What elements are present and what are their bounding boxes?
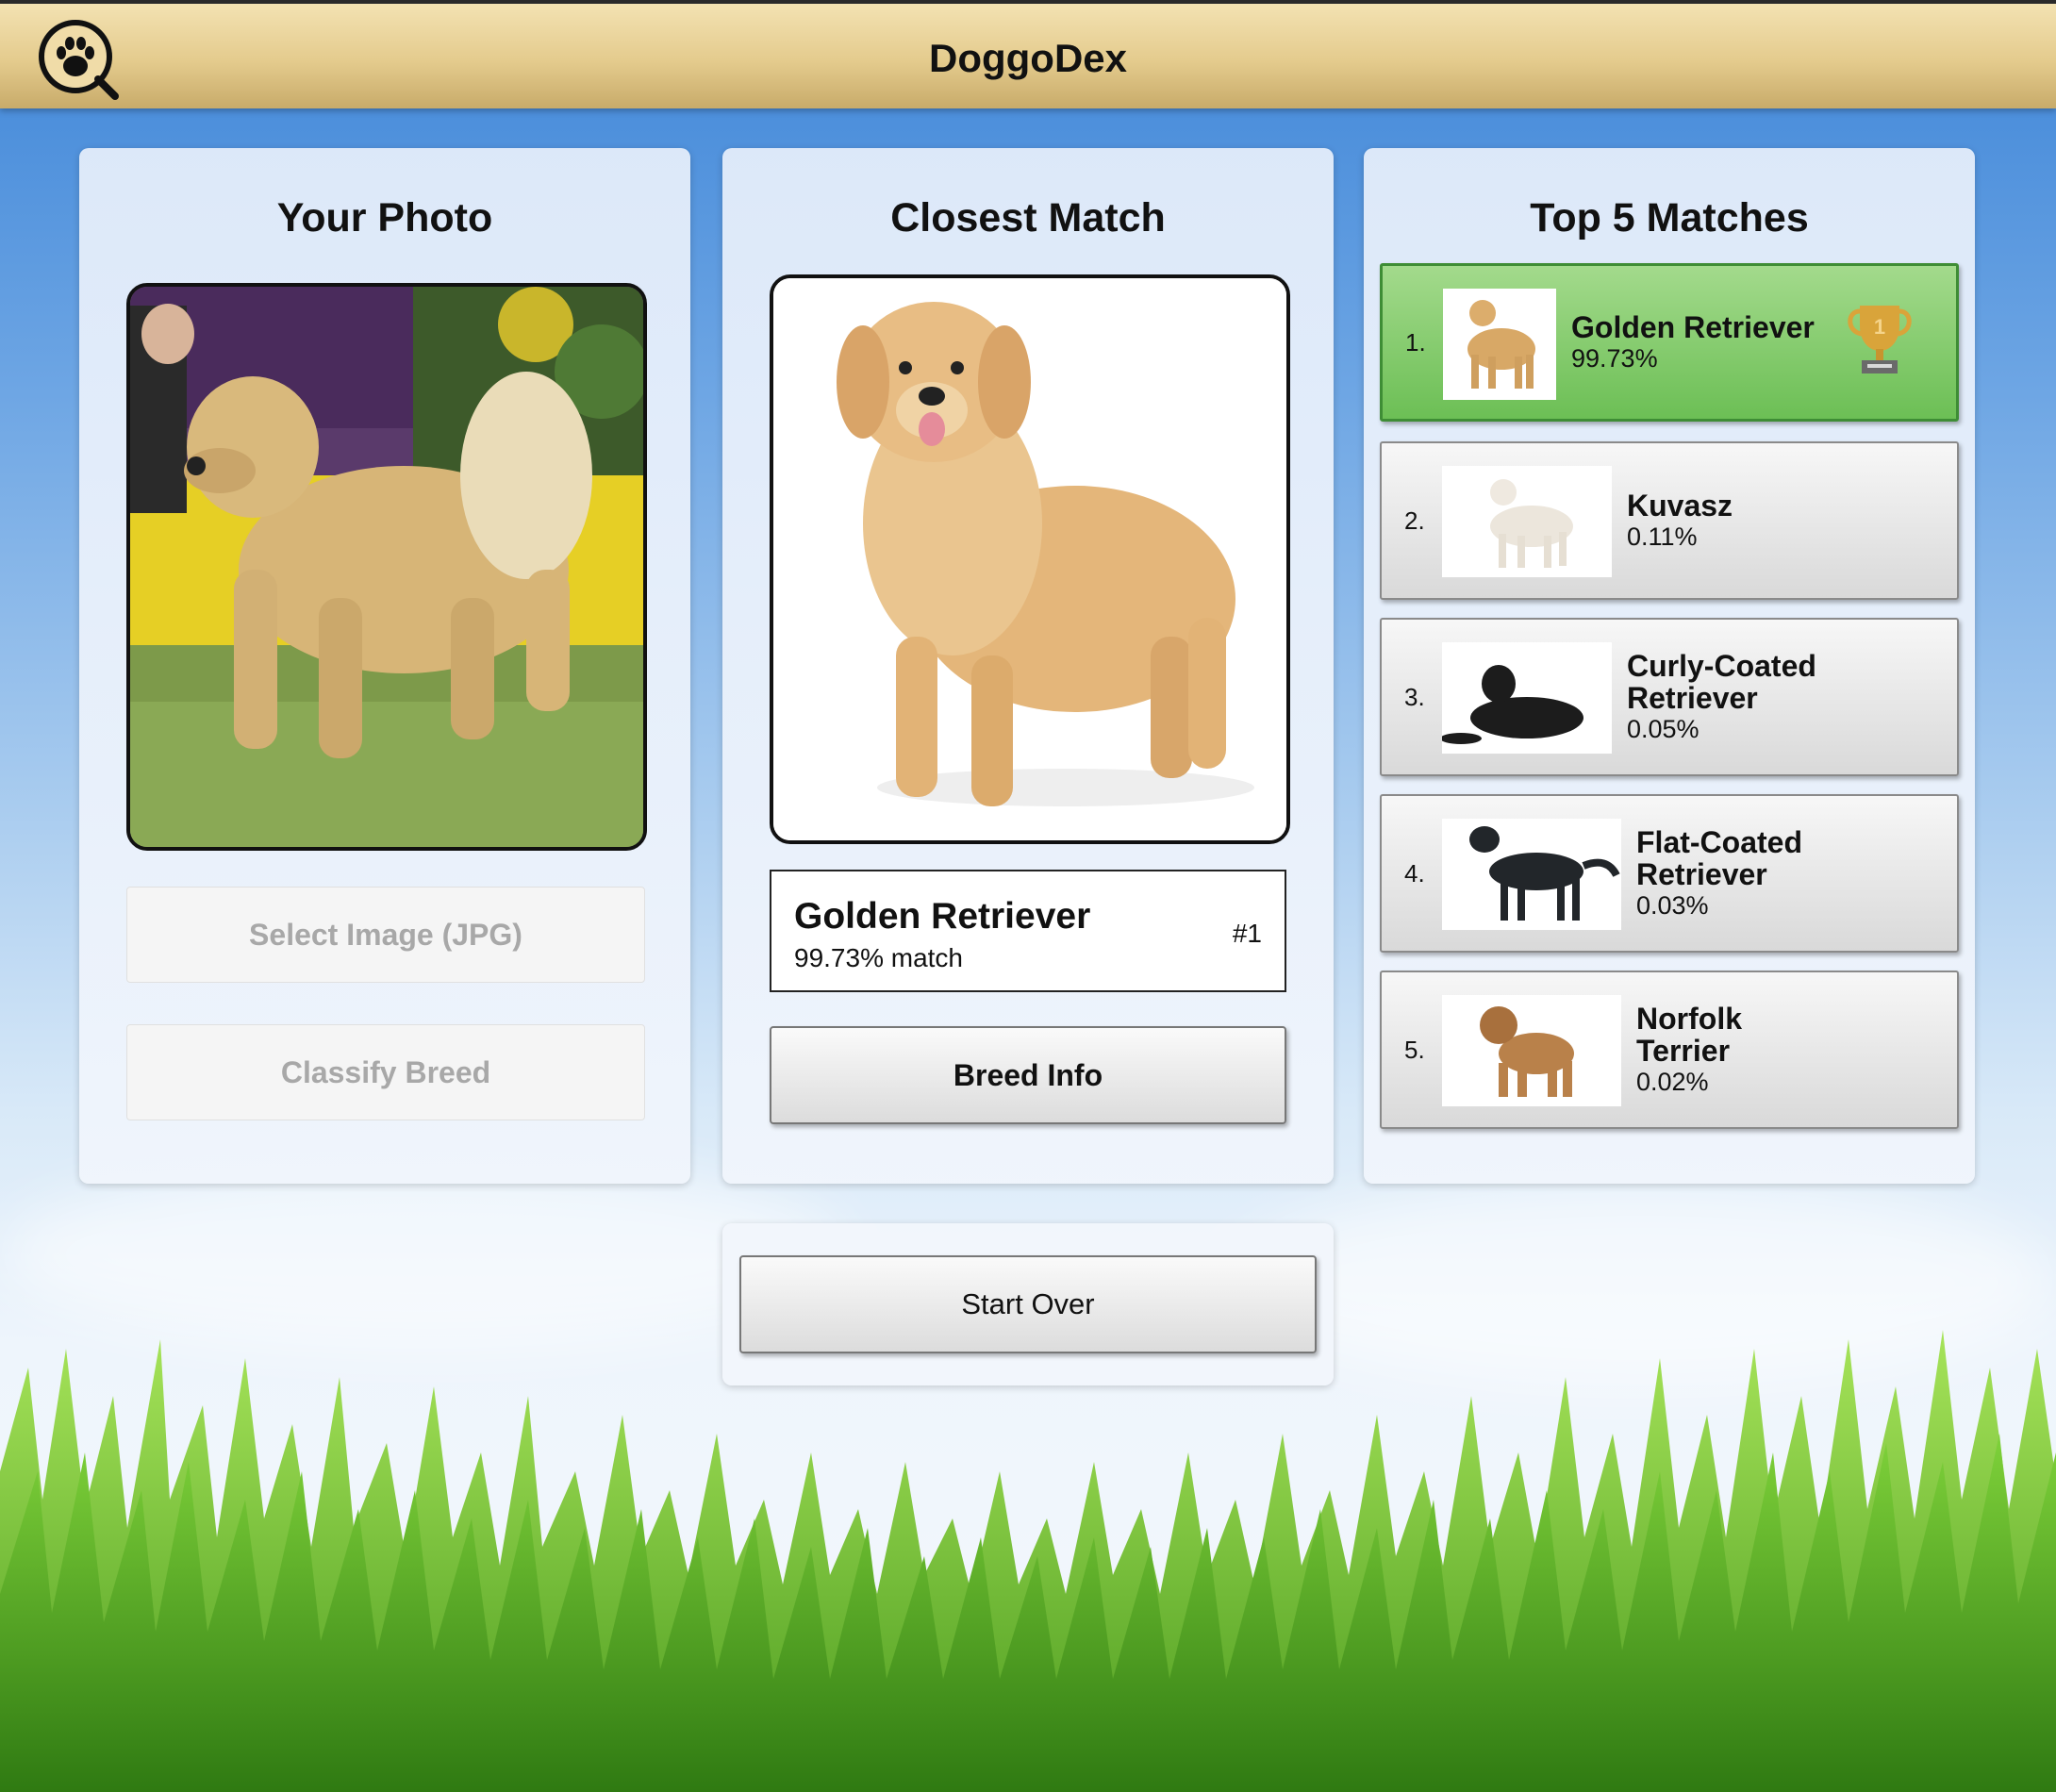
trophy-icon: 1 — [1848, 306, 1912, 373]
match-rank-1: 1. — [1405, 327, 1426, 357]
match-breed-name: Golden Retriever — [794, 896, 1091, 937]
match-list-item-2[interactable]: 2. Kuvasz 0.11% — [1380, 441, 1959, 600]
curly-coated-retriever-thumb — [1442, 642, 1612, 754]
match-rank-3: 3. — [1404, 682, 1425, 711]
match-name-2: Kuvasz — [1627, 489, 1733, 523]
match-rank: #1 — [1232, 919, 1262, 948]
match-list-item-4[interactable]: 4. Flat-Coated Retriever 0.03% — [1380, 794, 1959, 953]
closest-match-card: Golden Retriever 99.73% match #1 — [770, 870, 1286, 992]
norfolk-terrier-thumb — [1442, 995, 1621, 1106]
classify-breed-button[interactable]: Classify Breed — [126, 1024, 645, 1120]
top5-panel: Top 5 Matches 1. Golden Retriever 99.73%… — [1364, 148, 1975, 1184]
trophy-rank-text: 1 — [1874, 315, 1885, 339]
match-pct-4: 0.03% — [1636, 891, 1709, 920]
match-list-item-1[interactable]: 1. Golden Retriever 99.73% 1 — [1380, 263, 1959, 422]
footer-panel: Start Over — [722, 1223, 1334, 1385]
match-rank-4: 4. — [1404, 858, 1425, 888]
match-list-item-3[interactable]: 3. Curly-Coated Retriever 0.05% — [1380, 618, 1959, 776]
match-name-5: Norfolk Terrier — [1636, 1002, 1742, 1068]
match-rank-2: 2. — [1404, 506, 1425, 535]
closest-match-panel: Closest Match Golden Retriever 99.73% ma… — [722, 148, 1334, 1184]
photo-panel-title: Your Photo — [276, 195, 493, 241]
uploaded-photo — [126, 283, 647, 851]
app-title: DoggoDex — [929, 36, 1127, 80]
breed-info-button[interactable]: Breed Info — [770, 1026, 1286, 1124]
flat-coated-retriever-thumb — [1442, 819, 1621, 930]
title-bar: DoggoDex — [0, 0, 2056, 108]
photo-panel: Your Photo Select Image (JPG) Classify B — [79, 148, 690, 1184]
kuvasz-thumb — [1442, 466, 1612, 577]
match-name-4: Flat-Coated Retriever — [1636, 825, 1802, 891]
closest-match-image — [770, 274, 1290, 844]
match-pct-2: 0.11% — [1627, 523, 1698, 551]
match-name-1: Golden Retriever — [1571, 310, 1815, 344]
closest-match-title: Closest Match — [890, 195, 1166, 241]
match-pct-1: 99.73% — [1571, 344, 1658, 373]
match-pct-5: 0.02% — [1636, 1068, 1709, 1096]
match-name-3: Curly-Coated Retriever — [1627, 649, 1816, 715]
match-percentage: 99.73% match — [794, 943, 963, 972]
match-rank-5: 5. — [1404, 1035, 1425, 1064]
match-list-item-5[interactable]: 5. Norfolk Terrier 0.02% — [1380, 971, 1959, 1129]
top5-title: Top 5 Matches — [1530, 195, 1809, 241]
start-over-button[interactable]: Start Over — [739, 1255, 1317, 1353]
select-image-button[interactable]: Select Image (JPG) — [126, 887, 645, 983]
match-pct-3: 0.05% — [1627, 715, 1700, 743]
golden-retriever-thumb — [1443, 289, 1556, 400]
